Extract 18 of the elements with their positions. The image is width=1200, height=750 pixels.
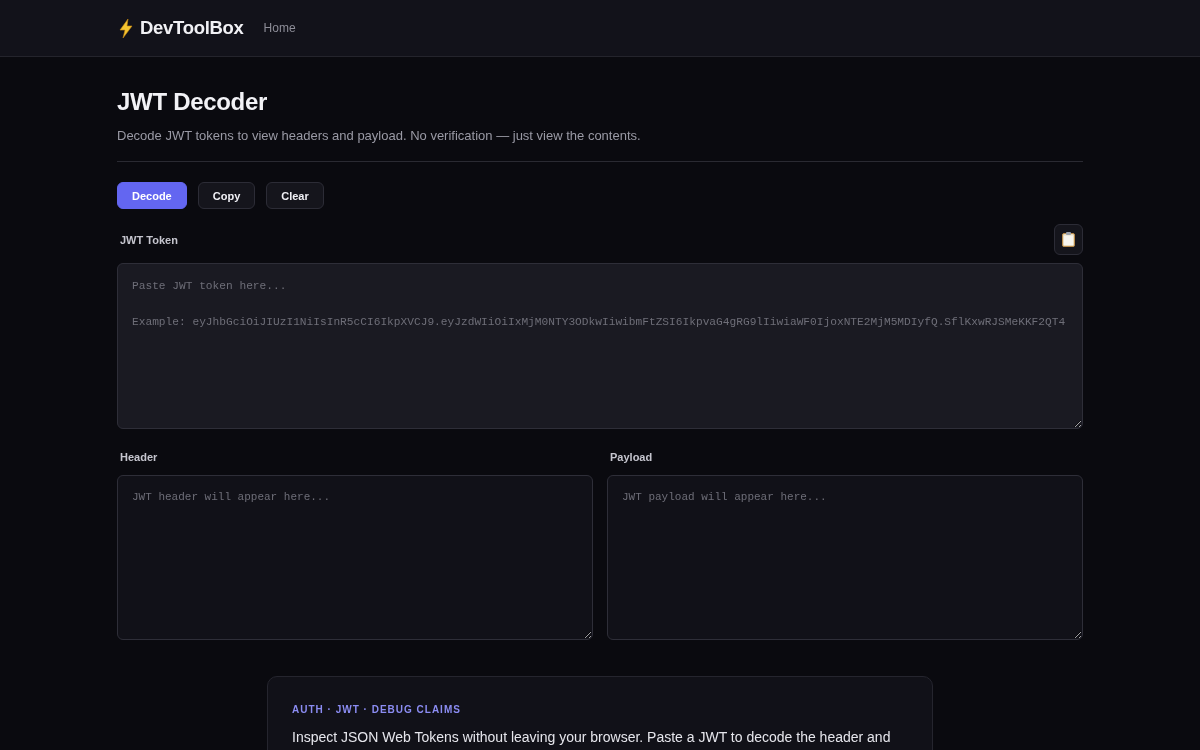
field-label: Payload xyxy=(609,450,654,465)
page-title: JWT Decoder xyxy=(117,87,269,117)
field-label: Header xyxy=(119,450,159,465)
nav-link[interactable]: Home xyxy=(263,21,296,35)
toolbar-button[interactable]: Decode xyxy=(117,182,187,209)
lightning-icon xyxy=(119,18,133,38)
paste-button[interactable] xyxy=(1054,224,1083,255)
output-field[interactable]: JWT payload will appear here... xyxy=(607,475,1083,640)
toolbar-button[interactable]: Clear xyxy=(266,182,324,209)
field-label: JWT Token xyxy=(119,233,178,246)
page-subtitle: Decode JWT tokens to view headers and payload. No verification — just view the contents. xyxy=(117,127,642,145)
card-description: Inspect JSON Web Tokens without leaving your browser. Paste a JWT to decode the header and xyxy=(292,728,891,747)
token-input[interactable]: Paste JWT token here... Example: eyJhbGciOiJIUzI1NiIsInR5cCI6IkpXVCJ9.eyJzdWIiOiIxMjM0NTY3ODkwIiwibmFtZSI6IkpvaG4gRG9lIiwiaWF0IjoxNTE2MjM5MDIyfQ.SflKxwRJSMeKKF2QT4 xyxy=(117,263,1083,429)
card-tags: AUTH · JWT · DEBUG CLAIMS xyxy=(292,703,908,717)
output-field[interactable]: JWT header will appear here... xyxy=(117,475,593,640)
toolbar-button[interactable]: Copy xyxy=(197,182,256,209)
brand-name[interactable]: DevToolBox xyxy=(140,17,244,39)
clipboard-icon xyxy=(1062,232,1075,247)
